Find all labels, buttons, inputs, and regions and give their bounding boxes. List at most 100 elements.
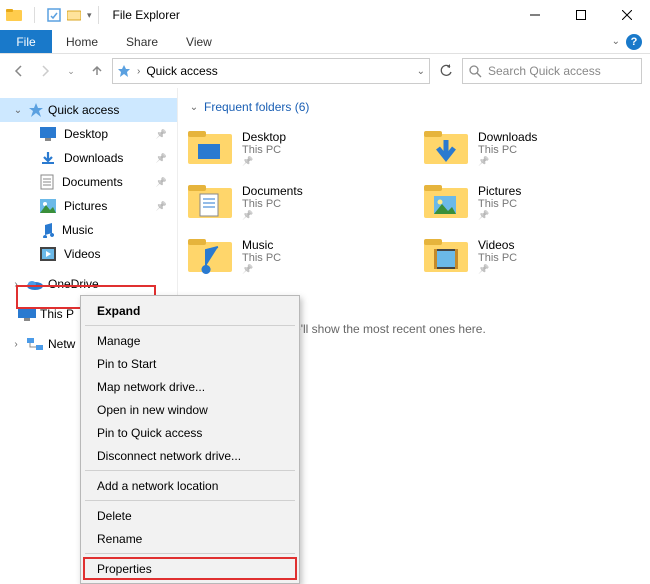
ctx-pin-to-start[interactable]: Pin to Start: [83, 352, 297, 375]
sidebar-item-label: Videos: [64, 247, 100, 261]
pin-icon: 📌: [242, 156, 286, 167]
pin-icon: 📌: [242, 210, 303, 221]
folder-documents[interactable]: Documents This PC 📌: [188, 178, 404, 226]
search-box[interactable]: Search Quick access: [462, 58, 642, 84]
folder-icon: [424, 182, 468, 222]
music-icon: [40, 222, 54, 238]
star-icon: [28, 102, 44, 118]
expand-ribbon-icon[interactable]: ⌄: [612, 36, 620, 47]
address-bar[interactable]: › Quick access ⌄: [112, 58, 430, 84]
recent-locations-icon[interactable]: ⌄: [60, 60, 82, 82]
address-text: Quick access: [146, 64, 217, 78]
view-tab[interactable]: View: [172, 30, 226, 53]
pin-icon: 📌: [478, 210, 521, 221]
qat-dropdown-icon[interactable]: ▾: [87, 10, 92, 21]
forward-button[interactable]: [34, 60, 56, 82]
title-bar: ▾ File Explorer: [0, 0, 650, 30]
sidebar-pictures[interactable]: Pictures: [0, 194, 177, 218]
back-button[interactable]: [8, 60, 30, 82]
pin-icon: 📌: [478, 156, 537, 167]
sidebar-item-label: Downloads: [64, 151, 123, 165]
chevron-down-icon[interactable]: [12, 105, 24, 116]
ctx-manage[interactable]: Manage: [83, 329, 297, 352]
folders-grid: Desktop This PC 📌 Downloads This PC 📌: [188, 124, 640, 280]
quick-access-toolbar: ▾: [6, 7, 92, 23]
sidebar-item-label: OneDrive: [48, 277, 99, 291]
frequent-folders-header[interactable]: Frequent folders (6): [188, 100, 640, 114]
folder-icon: [424, 128, 468, 168]
chevron-right-icon[interactable]: [10, 279, 22, 290]
sidebar-item-label: Music: [62, 223, 93, 237]
sidebar-item-label: Pictures: [64, 199, 107, 213]
sidebar-quick-access[interactable]: Quick access: [0, 98, 177, 122]
videos-icon: [40, 247, 56, 261]
chevron-right-icon[interactable]: [10, 339, 22, 350]
sidebar-onedrive[interactable]: OneDrive: [0, 272, 177, 296]
folder-icon: [188, 128, 232, 168]
qat-divider: [34, 7, 35, 23]
address-chevron-icon[interactable]: ›: [137, 66, 140, 77]
ribbon: File Home Share View ⌄ ?: [0, 30, 650, 54]
context-menu: Expand Manage Pin to Start Map network d…: [80, 295, 300, 584]
sidebar-downloads[interactable]: Downloads: [0, 146, 177, 170]
sidebar-desktop[interactable]: Desktop: [0, 122, 177, 146]
documents-icon: [40, 174, 54, 190]
window-title: File Explorer: [113, 8, 180, 22]
folder-downloads[interactable]: Downloads This PC 📌: [424, 124, 640, 172]
search-icon: [469, 65, 482, 78]
new-folder-qat-icon[interactable]: [67, 8, 81, 22]
help-icon[interactable]: ?: [626, 34, 642, 50]
folder-name: Music: [242, 238, 281, 252]
window-controls: [512, 0, 650, 30]
this-pc-icon: [18, 307, 36, 321]
ctx-rename[interactable]: Rename: [83, 527, 297, 550]
folder-sub: This PC: [478, 144, 537, 156]
maximize-button[interactable]: [558, 0, 604, 30]
network-icon: [26, 337, 44, 351]
ctx-pin-quick-access[interactable]: Pin to Quick access: [83, 421, 297, 444]
ctx-separator: [85, 470, 295, 471]
folder-name: Desktop: [242, 130, 286, 144]
ctx-expand[interactable]: Expand: [83, 299, 297, 322]
search-placeholder: Search Quick access: [488, 64, 601, 78]
file-tab[interactable]: File: [0, 30, 52, 53]
folder-sub: This PC: [242, 198, 303, 210]
sidebar-documents[interactable]: Documents: [0, 170, 177, 194]
folder-videos[interactable]: Videos This PC 📌: [424, 232, 640, 280]
sidebar-item-label: Desktop: [64, 127, 108, 141]
folder-icon: [188, 236, 232, 276]
ctx-map-drive[interactable]: Map network drive...: [83, 375, 297, 398]
minimize-button[interactable]: [512, 0, 558, 30]
chevron-down-icon[interactable]: [188, 102, 200, 113]
refresh-button[interactable]: [434, 64, 458, 78]
close-button[interactable]: [604, 0, 650, 30]
folder-name: Documents: [242, 184, 303, 198]
folder-desktop[interactable]: Desktop This PC 📌: [188, 124, 404, 172]
up-button[interactable]: [86, 60, 108, 82]
sidebar-item-label: Documents: [62, 175, 123, 189]
properties-qat-icon[interactable]: [47, 8, 61, 22]
sidebar-videos[interactable]: Videos: [0, 242, 177, 266]
ctx-add-network-location[interactable]: Add a network location: [83, 474, 297, 497]
sidebar-music[interactable]: Music: [0, 218, 177, 242]
sidebar-item-label: This P: [40, 307, 74, 321]
ctx-properties[interactable]: Properties: [83, 557, 297, 580]
ctx-separator: [85, 500, 295, 501]
downloads-icon: [40, 150, 56, 166]
ctx-open-new-window[interactable]: Open in new window: [83, 398, 297, 421]
folder-sub: This PC: [242, 252, 281, 264]
pictures-icon: [40, 199, 56, 213]
ctx-delete[interactable]: Delete: [83, 504, 297, 527]
ctx-disconnect-drive[interactable]: Disconnect network drive...: [83, 444, 297, 467]
folder-pictures[interactable]: Pictures This PC 📌: [424, 178, 640, 226]
folder-music[interactable]: Music This PC 📌: [188, 232, 404, 280]
folder-name: Downloads: [478, 130, 537, 144]
desktop-icon: [40, 127, 56, 141]
folder-name: Videos: [478, 238, 517, 252]
pin-icon: 📌: [478, 264, 517, 275]
navigation-bar: ⌄ › Quick access ⌄ Search Quick access: [0, 54, 650, 88]
home-tab[interactable]: Home: [52, 30, 112, 53]
ctx-separator: [85, 553, 295, 554]
share-tab[interactable]: Share: [112, 30, 172, 53]
address-dropdown-icon[interactable]: ⌄: [417, 66, 425, 77]
